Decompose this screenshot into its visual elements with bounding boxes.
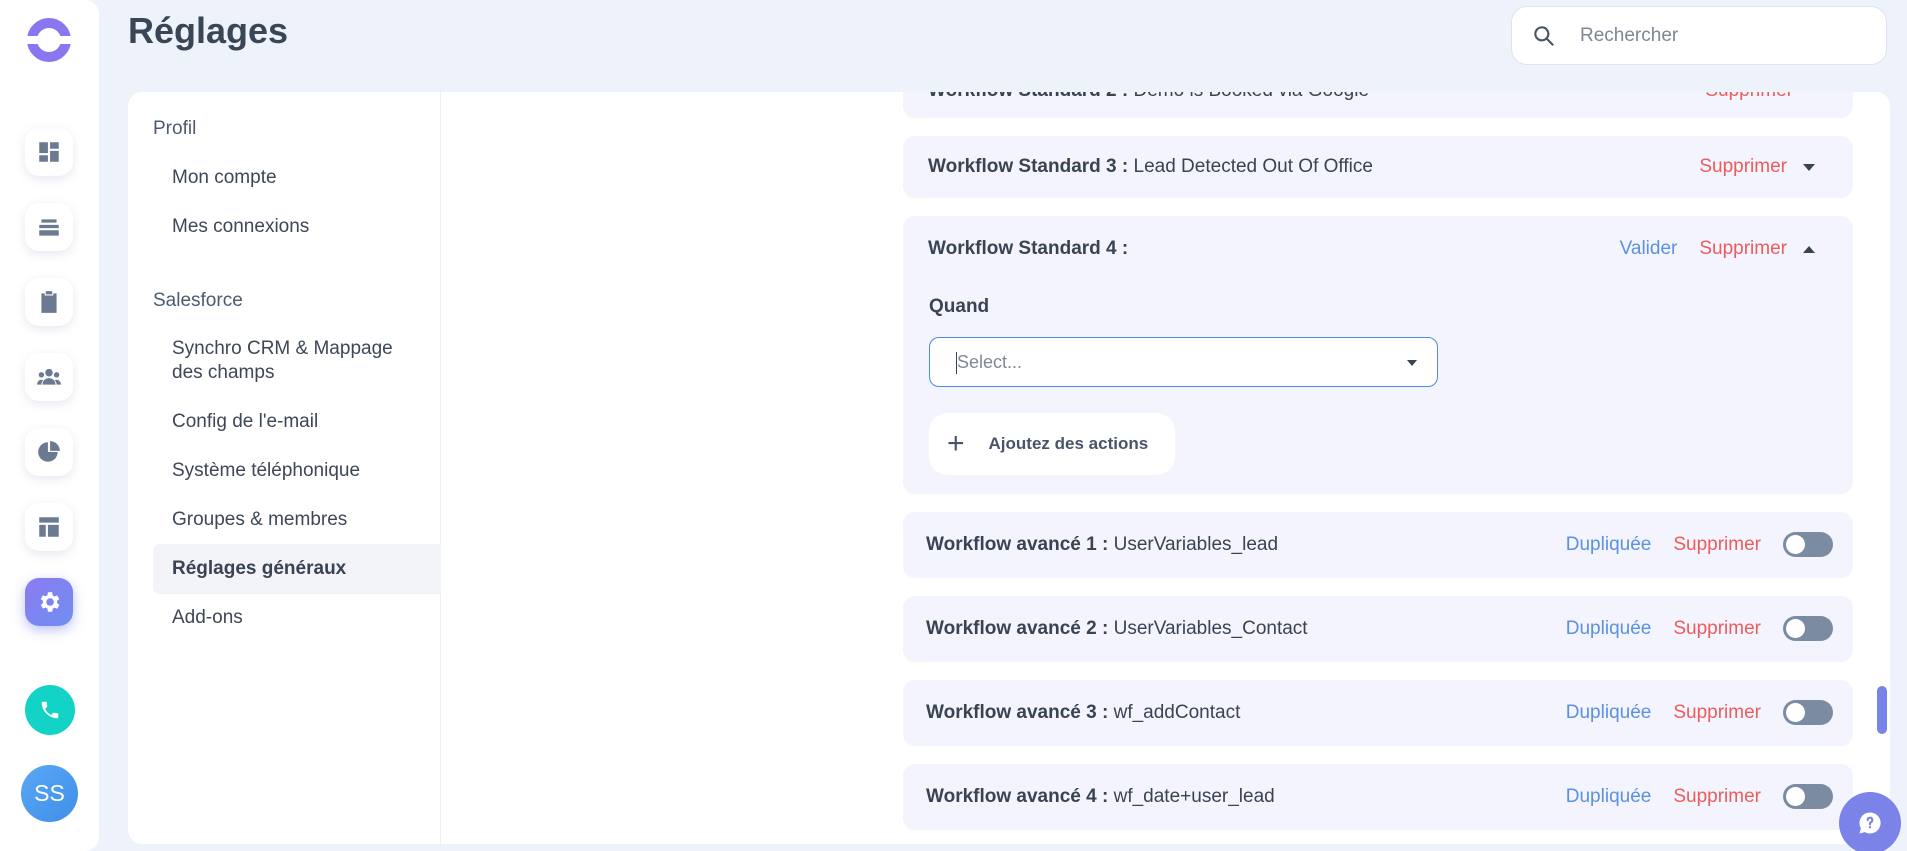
workflow-advanced-4[interactable]: Workflow avancé 4 : wf_date+user_lead Du… <box>903 764 1853 830</box>
nav-item-groupes-membres[interactable]: Groupes & membres <box>153 508 441 532</box>
nav-section-salesforce: Salesforce <box>153 290 243 311</box>
workflow-title: Workflow avancé 2 : UserVariables_Contac… <box>926 618 1308 639</box>
rail-settings-button[interactable] <box>25 578 73 626</box>
nav-item-config-email[interactable]: Config de l'e-mail <box>153 410 441 434</box>
inbox-icon <box>39 219 59 236</box>
duplicate-link[interactable]: Dupliquée <box>1566 618 1652 640</box>
clipboard-icon <box>41 291 57 313</box>
duplicate-link[interactable]: Dupliquée <box>1566 534 1652 556</box>
delete-link[interactable]: Supprimer <box>1673 786 1761 808</box>
workflow-standard-2[interactable]: Workflow Standard 2 : Demo is Booked via… <box>903 92 1853 118</box>
nav-section-profil: Profil <box>153 118 197 139</box>
duplicate-link[interactable]: Dupliquée <box>1566 702 1652 724</box>
plus-icon: + <box>947 427 965 460</box>
workflow-title: Workflow avancé 3 : wf_addContact <box>926 702 1241 723</box>
dashboard-icon <box>39 142 59 162</box>
delete-link[interactable]: Supprimer <box>1699 238 1787 260</box>
settings-nav: Profil Mon compte Mes connexions Salesfo… <box>128 92 441 844</box>
scrollbar-thumb[interactable] <box>1877 686 1887 734</box>
rail-tasks-button[interactable] <box>25 278 73 326</box>
delete-link[interactable]: Supprimer <box>1699 156 1787 178</box>
workflow-title[interactable]: Workflow Standard 4 : <box>928 238 1128 260</box>
pie-chart-icon <box>38 441 60 462</box>
duplicate-link[interactable]: Dupliquée <box>1566 786 1652 808</box>
nav-item-mes-connexions[interactable]: Mes connexions <box>153 215 441 239</box>
delete-link[interactable]: Supprimer <box>1673 534 1761 556</box>
workflow-title: Workflow avancé 4 : wf_date+user_lead <box>926 786 1275 807</box>
when-label: Quand <box>929 296 990 317</box>
app-logo-icon[interactable] <box>25 16 73 64</box>
settings-panel: Profil Mon compte Mes connexions Salesfo… <box>128 92 1890 844</box>
trigger-select[interactable]: Select... <box>929 337 1438 387</box>
collapse-chevron-icon[interactable] <box>1803 245 1815 253</box>
select-placeholder: Select... <box>957 351 1023 372</box>
workflow-advanced-1[interactable]: Workflow avancé 1 : UserVariables_lead D… <box>903 512 1853 578</box>
expand-chevron-icon[interactable] <box>1803 163 1815 171</box>
search-input[interactable] <box>1580 24 1840 47</box>
workflow-standard-4: Workflow Standard 4 : Valider Supprimer … <box>903 216 1853 494</box>
workflow-standard-3[interactable]: Workflow Standard 3 : Lead Detected Out … <box>903 136 1853 198</box>
rail-templates-button[interactable] <box>25 503 73 551</box>
rail-dashboard-button[interactable] <box>25 128 73 176</box>
workflow-title: Workflow Standard 2 : Demo is Booked via… <box>928 92 1369 102</box>
phone-button[interactable] <box>25 685 75 735</box>
layout-icon <box>39 517 59 537</box>
help-chat-button[interactable] <box>1839 792 1901 851</box>
nav-item-add-ons[interactable]: Add-ons <box>153 606 441 630</box>
delete-link[interactable]: Supprimer <box>1705 92 1793 102</box>
enable-toggle[interactable] <box>1783 784 1833 809</box>
delete-link[interactable]: Supprimer <box>1673 702 1761 724</box>
workflow-title: Workflow avancé 1 : UserVariables_lead <box>926 534 1279 555</box>
rail-inbox-button[interactable] <box>25 203 73 251</box>
user-avatar[interactable]: SS <box>21 765 78 822</box>
rail-team-button[interactable] <box>25 353 73 401</box>
chevron-down-icon <box>1407 360 1417 366</box>
nav-item-reglages-generaux[interactable]: Réglages généraux <box>153 544 441 594</box>
help-chat-icon <box>1859 812 1881 834</box>
delete-link[interactable]: Supprimer <box>1673 618 1761 640</box>
phone-icon <box>41 701 59 719</box>
enable-toggle[interactable] <box>1783 532 1833 557</box>
add-actions-label: Ajoutez des actions <box>988 434 1149 453</box>
text-cursor <box>956 352 957 374</box>
search-bar[interactable] <box>1511 6 1887 65</box>
nav-item-synchro-crm[interactable]: Synchro CRM & Mappage des champs <box>153 337 421 385</box>
workflow-list: Workflow Standard 2 : Demo is Booked via… <box>903 92 1856 844</box>
validate-link[interactable]: Valider <box>1620 238 1678 260</box>
enable-toggle[interactable] <box>1783 616 1833 641</box>
add-actions-button[interactable]: + Ajoutez des actions <box>929 413 1175 475</box>
team-icon <box>37 368 61 385</box>
workflow-advanced-2[interactable]: Workflow avancé 2 : UserVariables_Contac… <box>903 596 1853 662</box>
left-rail: SS <box>0 0 99 851</box>
workflow-advanced-3[interactable]: Workflow avancé 3 : wf_addContact Dupliq… <box>903 680 1853 746</box>
workflow-title: Workflow Standard 3 : Lead Detected Out … <box>928 156 1373 177</box>
search-icon <box>1534 25 1554 46</box>
rail-reports-button[interactable] <box>25 428 73 476</box>
nav-item-systeme-telephonique[interactable]: Système téléphonique <box>153 459 441 483</box>
page-title: Réglages <box>128 10 289 51</box>
enable-toggle[interactable] <box>1783 700 1833 725</box>
gear-icon <box>40 592 60 612</box>
nav-item-mon-compte[interactable]: Mon compte <box>153 166 441 190</box>
